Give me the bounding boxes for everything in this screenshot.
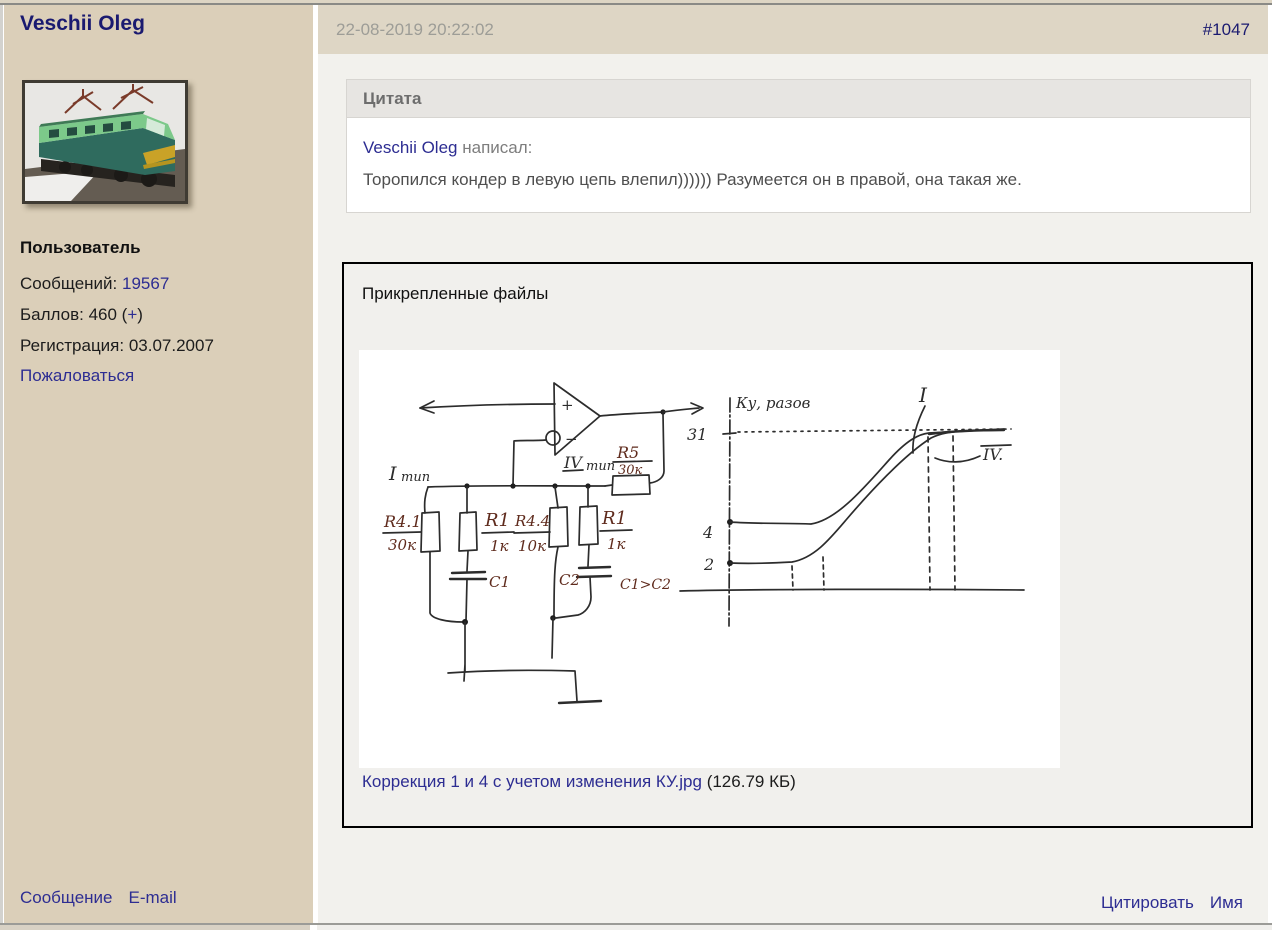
profile-message-link[interactable]: Сообщение: [20, 888, 113, 907]
r1b-label: R1: [601, 508, 627, 529]
quote-action-link[interactable]: Цитировать: [1101, 893, 1194, 912]
r1a-label: R1: [484, 510, 510, 531]
mode-iv-roman: IV: [563, 453, 583, 472]
plot-tick-4: 4: [702, 523, 713, 542]
opamp-plus: +: [561, 396, 574, 414]
messages-count-link[interactable]: 19567: [122, 274, 169, 293]
post-actions: Цитировать Имя: [1085, 893, 1243, 913]
report-link[interactable]: Пожаловаться: [20, 366, 134, 385]
email-link[interactable]: E-mail: [129, 888, 177, 907]
username-link[interactable]: Veschii Oleg: [20, 12, 145, 36]
forum-post: Veschii Oleg Пользователь: [0, 0, 1272, 930]
plot-tick-2: 2: [703, 555, 714, 574]
points-value: 460: [89, 305, 122, 324]
next-post-main-edge: [317, 925, 1272, 930]
curve-i-label: I: [918, 383, 928, 407]
registration-label: Регистрация:: [20, 336, 129, 355]
opamp-minus: −: [565, 430, 578, 448]
r41-value: 30к: [388, 536, 416, 554]
r5-label: R5: [616, 443, 639, 462]
opamp: + −: [420, 383, 703, 485]
resistor-network: I тип IV тип R4.1 30к: [383, 453, 632, 658]
quote-text: Торопился кондер в левую цепь влепил))))…: [363, 164, 1234, 196]
left-edge: [0, 5, 3, 923]
report-link-row: Пожаловаться: [20, 366, 134, 386]
avatar[interactable]: [22, 80, 188, 204]
quote-body: Veschii Oleg написал: Торопился кондер в…: [347, 118, 1250, 212]
post-timestamp: 22-08-2019 20:22:02: [336, 5, 494, 54]
plot-y-label: Ку, разов: [735, 394, 811, 412]
attachment-file-row: Коррекция 1 и 4 с учетом изменения КУ.jp…: [362, 772, 796, 792]
capacitors: С1 С2 С1>С2: [448, 567, 671, 703]
attachment-file-size: (126.79 КБ): [702, 772, 796, 791]
points-stat: Баллов: 460 (+): [20, 305, 143, 325]
mode-iv-suffix: тип: [586, 459, 615, 474]
attachment-file-link[interactable]: Коррекция 1 и 4 с учетом изменения КУ.jp…: [362, 772, 702, 791]
messages-label: Сообщений:: [20, 274, 122, 293]
quote-header: Цитата: [347, 80, 1250, 118]
quote-block: Цитата Veschii Oleg написал: Торопился к…: [346, 79, 1251, 213]
gain-plot: Ку, разов 31 4 2: [680, 383, 1024, 626]
quote-author-link[interactable]: Veschii Oleg: [363, 138, 458, 157]
r44-value: 10к: [518, 537, 546, 555]
quote-attribution: Veschii Oleg написал:: [363, 132, 1234, 164]
mode-i-roman: I: [388, 463, 397, 485]
post-main: 22-08-2019 20:22:02 #1047 Цитата Veschii…: [318, 5, 1268, 923]
attachments-title: Прикрепленные файлы: [362, 284, 548, 304]
curve-iv-label: IV.: [982, 445, 1003, 464]
sidebar-footer: Сообщение E-mail: [20, 888, 193, 908]
cap-note: С1>С2: [620, 577, 671, 593]
r1a-value: 1к: [490, 537, 509, 555]
messages-stat: Сообщений: 19567: [20, 274, 169, 294]
c1-label: С1: [489, 573, 510, 591]
paren-close: ): [137, 305, 143, 324]
schematic-drawing: + − R5 30к: [359, 350, 1060, 768]
c2-label: С2: [559, 571, 580, 589]
r5-value: 30к: [618, 463, 643, 478]
registration-date: 03.07.2007: [129, 336, 214, 355]
name-action-link[interactable]: Имя: [1210, 893, 1243, 912]
user-role: Пользователь: [20, 238, 141, 258]
points-label: Баллов:: [20, 305, 89, 324]
attachment-thumbnail[interactable]: + − R5 30к: [359, 350, 1060, 768]
r41-label: R4.1: [383, 512, 422, 531]
post-header-band: 22-08-2019 20:22:02 #1047: [318, 5, 1268, 54]
add-point-link[interactable]: +: [127, 305, 137, 324]
post-number-link[interactable]: #1047: [1203, 5, 1250, 54]
next-post-sidebar-edge: [0, 925, 310, 930]
mode-i-suffix: тип: [401, 470, 430, 485]
registration-stat: Регистрация: 03.07.2007: [20, 336, 214, 356]
quote-wrote-label: написал:: [458, 138, 533, 157]
attachments-block: Прикрепленные файлы + −: [342, 262, 1253, 828]
plot-tick-31: 31: [687, 425, 707, 444]
r44-label: R4.4: [514, 512, 550, 530]
locomotive-avatar-image: [25, 83, 185, 201]
r1b-value: 1к: [607, 535, 626, 553]
